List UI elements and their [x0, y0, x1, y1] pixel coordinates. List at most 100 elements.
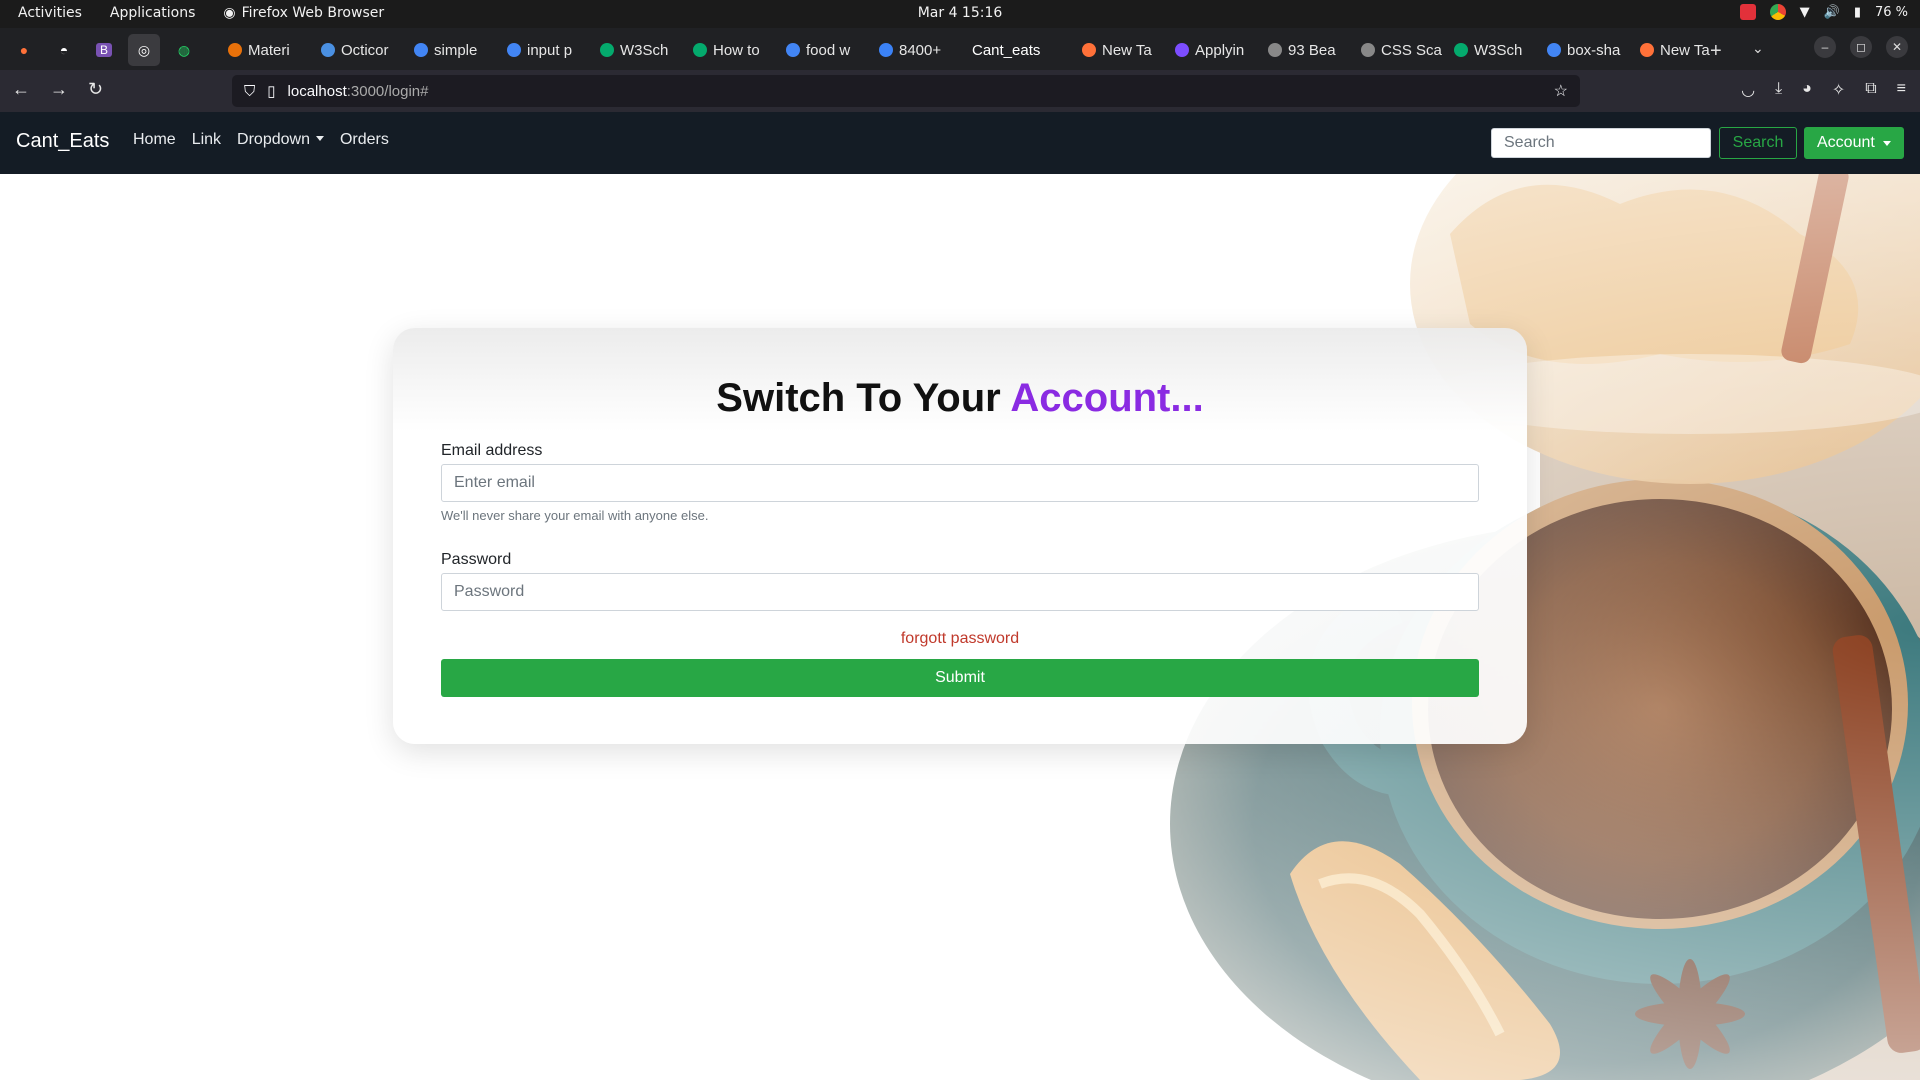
browser-tab-label: Cant_eats — [972, 41, 1041, 59]
browser-tab[interactable]: Applyin — [1167, 34, 1260, 66]
email-label: Email address — [441, 442, 543, 459]
browser-tab[interactable]: 8400+ — [871, 34, 964, 66]
back-arrow-icon[interactable]: ← — [12, 79, 30, 100]
pocket-icon[interactable]: ◡ — [1741, 80, 1755, 100]
site-search-input[interactable] — [1491, 128, 1711, 158]
download-icon[interactable]: ⤓ — [1775, 80, 1782, 100]
firefox-view-icon[interactable]: ● — [8, 34, 40, 66]
browser-nav-bar: ← → ↻ ⛉ ▯ localhost:3000/login# ☆ ◡ ⤓ ◕ … — [0, 70, 1920, 112]
browser-tab[interactable]: Cant_eats — [964, 34, 1074, 66]
tab-favicon-icon — [228, 43, 242, 57]
browser-tab[interactable]: W3Sch — [1446, 34, 1539, 66]
browser-tab[interactable]: 93 Bea — [1260, 34, 1353, 66]
password-label: Password — [441, 551, 512, 568]
browser-tab-strip: ● ◓ B ◎ ◍ Materi Octicor simple input p W3Sc… — [0, 28, 1920, 70]
extension-icon[interactable]: ✧ — [1832, 80, 1845, 100]
restore-icon[interactable]: ◻ — [1850, 36, 1872, 58]
whatsapp-icon[interactable]: ◍ — [168, 34, 200, 66]
browser-tab[interactable]: input p — [499, 34, 592, 66]
submit-button[interactable]: Submit — [441, 659, 1479, 697]
new-tab-button[interactable]: + — [1710, 40, 1722, 63]
address-bar[interactable]: ⛉ ▯ localhost:3000/login# ☆ — [232, 75, 1580, 107]
login-card: Switch To Your Account... Email address … — [393, 328, 1527, 744]
password-field[interactable] — [441, 573, 1479, 611]
login-title-main: Switch To Your — [716, 376, 1011, 420]
nav-orders-link[interactable]: Orders — [340, 131, 389, 149]
close-icon[interactable]: ✕ — [1886, 36, 1908, 58]
nav-home-link[interactable]: Home — [133, 131, 176, 149]
browser-tab[interactable]: New Ta — [1074, 34, 1167, 66]
tab-favicon-icon — [879, 43, 893, 57]
browser-tab-label: simple — [434, 41, 478, 59]
browser-tab-label: How to — [713, 41, 760, 59]
browser-tab-label: Octicor — [341, 41, 389, 59]
browser-tab-label: 8400+ — [899, 41, 942, 59]
browser-tab-label: 93 Bea — [1288, 41, 1336, 59]
globe-icon[interactable]: ◎ — [128, 34, 160, 66]
tab-favicon-icon — [414, 43, 428, 57]
browser-tab[interactable]: box-sha — [1539, 34, 1632, 66]
minimize-icon[interactable]: – — [1814, 36, 1836, 58]
extensions-puzzle-icon[interactable]: ⧉ — [1865, 80, 1876, 100]
forward-arrow-icon[interactable]: → — [50, 79, 68, 100]
volume-icon[interactable]: 🔊 — [1824, 5, 1840, 20]
tab-favicon-icon — [1640, 43, 1654, 57]
battery-icon[interactable]: ▮ — [1854, 5, 1861, 20]
site-brand[interactable]: Cant_Eats — [16, 130, 109, 153]
hamburger-menu-icon[interactable]: ≡ — [1897, 80, 1906, 100]
battery-percent: 76 % — [1874, 4, 1908, 20]
account-icon[interactable]: ◕ — [1802, 80, 1812, 100]
github-icon[interactable]: ◓ — [48, 34, 80, 66]
bootstrap-icon[interactable]: B — [88, 34, 120, 66]
browser-tab-label: New Ta — [1660, 41, 1710, 59]
browser-tab[interactable]: W3Sch — [592, 34, 685, 66]
url-path: :3000/login# — [346, 82, 429, 100]
browser-tab-label: input p — [527, 41, 573, 59]
browser-tab-label: Materi — [248, 41, 290, 59]
browser-tab-label: W3Sch — [620, 41, 669, 59]
nav-link-link[interactable]: Link — [192, 131, 221, 149]
browser-tab[interactable]: How to — [685, 34, 778, 66]
page-info-icon[interactable]: ▯ — [267, 82, 275, 100]
tab-favicon-icon — [1175, 43, 1189, 57]
wifi-icon[interactable]: ▼ — [1800, 5, 1810, 20]
browser-tab[interactable]: CSS Sca — [1353, 34, 1446, 66]
site-navbar: Cant_Eats Home Link Dropdown Orders Sear… — [0, 112, 1920, 174]
browser-tab-label: food w — [806, 41, 851, 59]
browser-tab[interactable]: food w — [778, 34, 871, 66]
os-top-bar: Activities Applications ◉ Firefox Web Br… — [0, 0, 1920, 28]
browser-tab-label: Applyin — [1195, 41, 1245, 59]
browser-tab[interactable]: Materi — [220, 34, 313, 66]
browser-tab-label: New Ta — [1102, 41, 1152, 59]
tab-favicon-icon — [1361, 43, 1375, 57]
tab-favicon-icon — [1082, 43, 1096, 57]
tab-favicon-icon — [600, 43, 614, 57]
browser-tab[interactable]: simple — [406, 34, 499, 66]
site-search-button[interactable]: Search — [1719, 127, 1797, 159]
tab-favicon-icon — [1268, 43, 1282, 57]
shield-icon[interactable]: ⛉ — [244, 83, 255, 100]
email-help-text: We'll never share your email with anyone… — [441, 508, 709, 523]
system-clock[interactable]: Mar 4 15:16 — [0, 5, 1920, 21]
chrome-tray-icon[interactable] — [1769, 4, 1786, 20]
tab-list-chevron-down-icon[interactable]: ⌄ — [1752, 40, 1764, 57]
reload-icon[interactable]: ↻ — [88, 79, 103, 100]
browser-tab-label: box-sha — [1567, 41, 1621, 59]
tab-favicon-icon — [786, 43, 800, 57]
bookmark-star-icon[interactable]: ☆ — [1554, 81, 1568, 101]
nav-dropdown-label: Dropdown — [237, 131, 310, 148]
browser-tab-label: W3Sch — [1474, 41, 1523, 59]
forgot-password-link[interactable]: forgott password — [393, 630, 1527, 648]
account-dropdown-button[interactable]: Account — [1804, 127, 1904, 159]
login-title: Switch To Your Account... — [393, 376, 1527, 421]
browser-tab[interactable]: Octicor — [313, 34, 406, 66]
tab-favicon-icon — [1547, 43, 1561, 57]
nav-dropdown-toggle[interactable]: Dropdown — [237, 131, 324, 149]
screen-record-icon[interactable] — [1739, 4, 1756, 20]
login-title-accent: Account... — [1010, 376, 1204, 420]
email-field[interactable] — [441, 464, 1479, 502]
tab-favicon-icon — [321, 43, 335, 57]
tab-favicon-icon — [1454, 43, 1468, 57]
tab-favicon-icon — [693, 43, 707, 57]
tab-favicon-icon — [507, 43, 521, 57]
